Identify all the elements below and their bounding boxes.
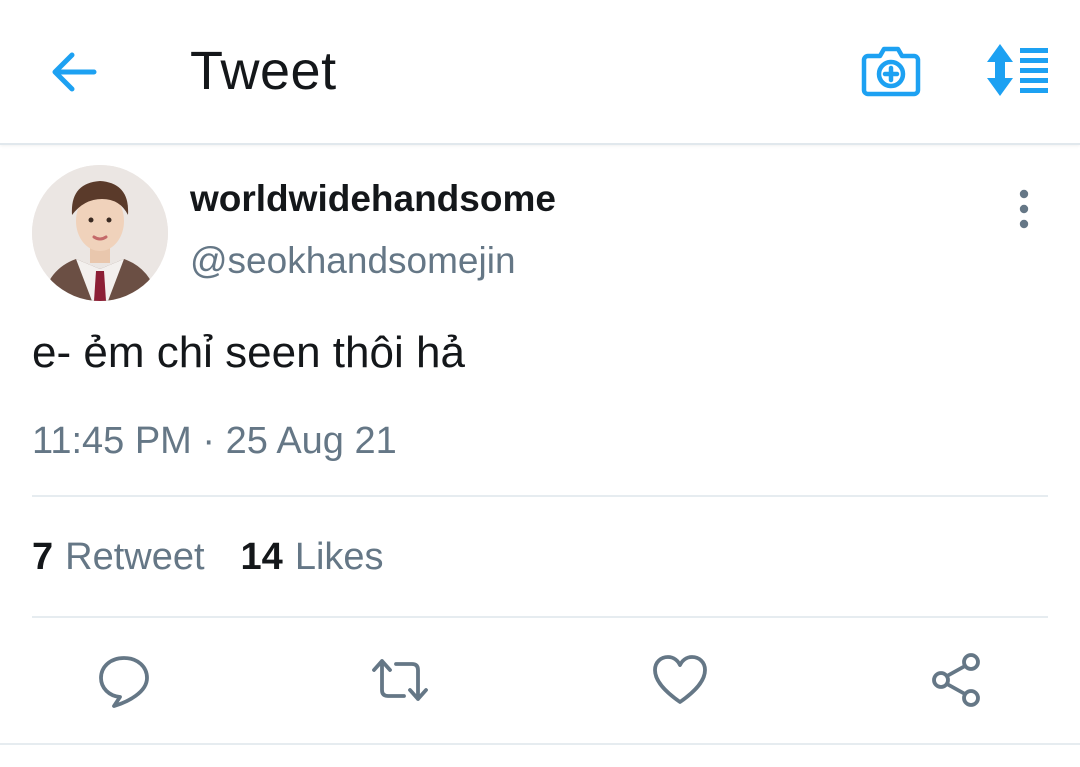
more-vertical-icon <box>1019 189 1029 229</box>
avatar[interactable] <box>32 165 168 301</box>
retweet-count: 7 <box>32 536 54 578</box>
user-handle[interactable]: @seokhandsomejin <box>190 240 516 282</box>
like-button[interactable] <box>650 650 710 710</box>
arrow-left-icon <box>52 52 97 92</box>
back-button[interactable] <box>46 44 102 100</box>
tweet-text: e- ẻm chỉ seen thôi hả <box>32 328 465 377</box>
profile-photo <box>32 165 168 301</box>
reply-icon <box>99 656 149 708</box>
like-icon <box>653 655 707 704</box>
retweet-label: Retweet <box>65 536 205 578</box>
camera-add-button[interactable] <box>860 40 922 102</box>
more-options-button[interactable] <box>1004 186 1044 232</box>
retweet-stat[interactable]: 7 Retweet <box>32 536 205 579</box>
share-icon <box>932 653 980 707</box>
tweet-timestamp: 11:45 PM · 25 Aug 21 <box>32 420 397 462</box>
likes-stat[interactable]: 14 Likes <box>241 536 384 579</box>
divider <box>32 616 1048 618</box>
page-title: Tweet <box>190 41 337 101</box>
sort-list-icon <box>987 44 1048 96</box>
sort-button[interactable] <box>982 42 1052 98</box>
divider <box>0 743 1080 745</box>
retweet-icon <box>372 659 428 701</box>
likes-count: 14 <box>240 536 283 578</box>
share-button[interactable] <box>926 650 986 710</box>
retweet-button[interactable] <box>370 650 430 710</box>
reply-button[interactable] <box>94 650 154 710</box>
top-bar: Tweet <box>0 0 1080 145</box>
camera-add-icon <box>861 46 921 97</box>
likes-label: Likes <box>294 536 384 578</box>
divider <box>32 495 1048 497</box>
tweet-stats: 7 Retweet 14 Likes <box>32 536 384 579</box>
display-name[interactable]: worldwidehandsome <box>190 178 556 220</box>
